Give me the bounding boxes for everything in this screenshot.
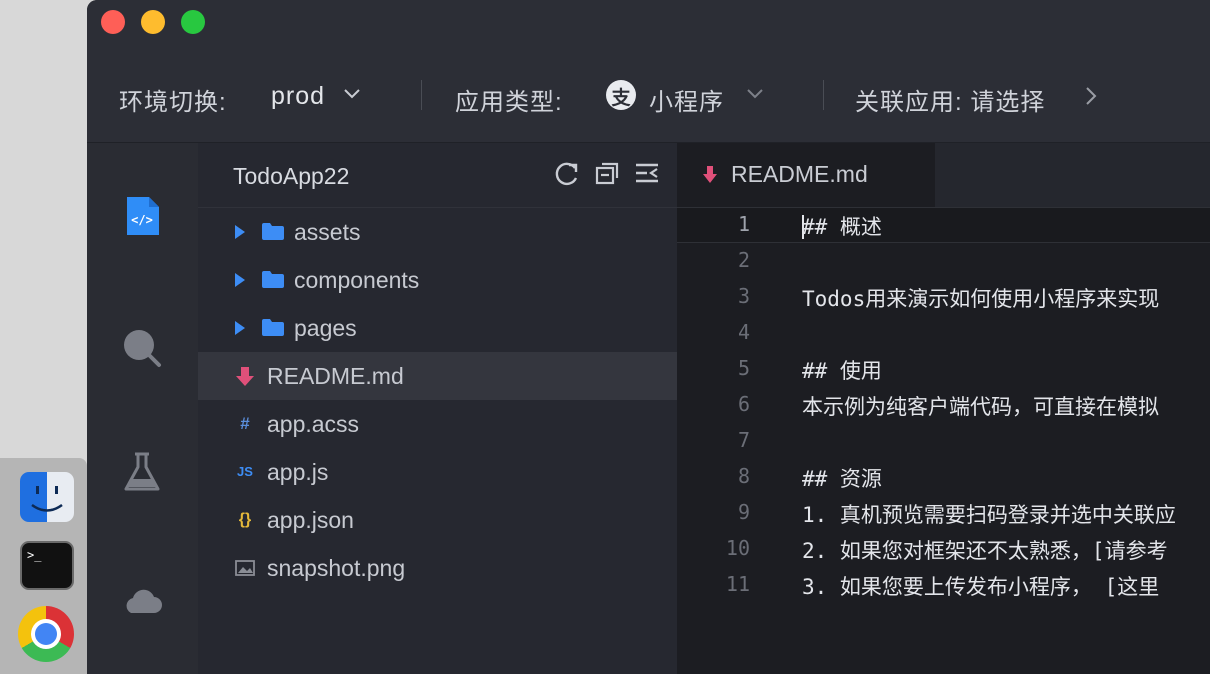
line-number: 7 [737,428,750,452]
code-area[interactable]: 1 ## 概述 2 3 Todos用来演示如何使用小程序来实现 4 5 ## 使… [677,207,1210,674]
close-window-button[interactable] [101,10,125,34]
tree-label: app.acss [267,411,360,437]
markdown-icon [703,166,717,183]
tree-label: app.js [267,459,329,485]
app-type-label: 应用类型: [455,89,563,116]
tree-label: pages [294,315,357,341]
app-type-select[interactable]: 小程序 [649,82,724,117]
line-number: 4 [737,320,750,344]
tree-file-app-json[interactable]: {} app.json [198,496,677,544]
code-line[interactable]: 2 [677,243,1210,279]
code-line[interactable]: 11 3. 如果您要上传发布小程序， [这里 [677,567,1210,603]
editor-tabbar: README.md [677,143,1210,207]
caret-right-icon[interactable] [235,273,245,287]
folder-icon [262,223,284,240]
line-text: ## 概述 [802,215,882,239]
alipay-logo-text: 支 [611,88,631,109]
tree-file-app-acss[interactable]: # app.acss [198,400,677,448]
code-line[interactable]: 5 ## 使用 [677,351,1210,387]
line-number: 10 [725,536,750,560]
alipay-logo-icon: 支 [606,80,636,110]
code-editor: README.md 1 ## 概述 2 3 Todos用来演示如何使用小程序来实… [677,143,1210,674]
line-text: 2. 如果您对框架还不太熟悉，[请参考 [802,539,1168,563]
caret-right-icon[interactable] [235,225,245,239]
cloud-icon[interactable] [121,581,163,623]
code-line[interactable]: 6 本示例为纯客户端代码，可直接在模拟 [677,387,1210,423]
tab-label: README.md [731,161,868,187]
line-number: 6 [737,392,750,416]
code-line[interactable]: 4 [677,315,1210,351]
code-line[interactable]: 8 ## 资源 [677,459,1210,495]
code-line[interactable]: 10 2. 如果您对框架还不太熟悉，[请参考 [677,531,1210,567]
line-text: 3. 如果您要上传发布小程序， [这里 [802,575,1160,599]
js-icon: JS [237,464,253,479]
minimize-window-button[interactable] [141,10,165,34]
line-number: 5 [737,356,750,380]
tree-label: app.json [267,507,354,533]
json-braces-icon: {} [238,511,252,528]
line-text: ## 资源 [802,467,882,491]
terminal-icon[interactable]: >_ [20,541,74,590]
refresh-icon[interactable] [553,159,581,187]
env-select[interactable]: prod [271,82,325,111]
folder-icon [262,319,284,336]
tab-readme[interactable]: README.md [677,143,935,207]
tree-label: components [294,267,420,293]
tree-folder-components[interactable]: components [198,256,677,304]
title-toolbar: 环境切换: prod 应用类型: 支 小程序 关联应用: 请选择 [87,0,1210,143]
code-line[interactable]: 1 ## 概述 [677,207,1210,243]
chevron-right-icon[interactable] [1084,85,1098,107]
line-number: 8 [737,464,750,488]
tree-label: README.md [267,363,404,389]
search-icon[interactable] [121,327,163,369]
line-text: 本示例为纯客户端代码，可直接在模拟 [802,395,1159,419]
flask-icon[interactable] [121,451,163,493]
line-number: 9 [737,500,750,524]
chevron-down-icon[interactable] [342,86,362,102]
tree-folder-assets[interactable]: assets [198,208,677,256]
line-number: 11 [725,572,750,596]
line-text: ## 使用 [802,359,882,383]
markdown-icon [236,367,254,386]
svg-text:</>: </> [131,213,153,227]
activity-bar: </> [87,143,198,674]
collapse-all-icon[interactable] [593,159,621,187]
tree-file-app-js[interactable]: JS app.js [198,448,677,496]
code-file-icon[interactable]: </> [121,195,163,237]
code-line[interactable]: 7 [677,423,1210,459]
css-hash-icon: # [240,414,250,433]
line-number: 3 [737,284,750,308]
line-text: Todos用来演示如何使用小程序来实现 [802,287,1160,311]
env-switch-label: 环境切换: [119,89,227,116]
linked-app-select[interactable]: 关联应用: 请选择 [855,82,1045,117]
toolbar-divider [421,80,422,110]
line-number: 2 [737,248,750,272]
line-text: 1. 真机预览需要扫码登录并选中关联应 [802,503,1176,527]
tree-label: snapshot.png [267,555,406,581]
chevron-down-icon[interactable] [745,86,765,102]
maximize-window-button[interactable] [181,10,205,34]
ide-window: 环境切换: prod 应用类型: 支 小程序 关联应用: 请选择 </> Tod… [87,0,1210,674]
code-line[interactable]: 9 1. 真机预览需要扫码登录并选中关联应 [677,495,1210,531]
tree-folder-pages[interactable]: pages [198,304,677,352]
finder-icon[interactable] [20,472,74,522]
tree-label: assets [294,219,361,245]
tree-file-readme[interactable]: README.md [198,352,677,400]
project-title: TodoApp22 [233,163,350,189]
caret-right-icon[interactable] [235,321,245,335]
image-file-icon [235,560,255,576]
tree-file-snapshot[interactable]: snapshot.png [198,544,677,592]
code-line[interactable]: 3 Todos用来演示如何使用小程序来实现 [677,279,1210,315]
toolbar-divider [823,80,824,110]
line-number: 1 [737,212,750,236]
chrome-icon[interactable] [18,606,74,662]
terminal-prompt: >_ [27,548,42,562]
more-icon[interactable] [633,159,661,187]
file-explorer: TodoApp22 assets components pages README… [198,143,677,674]
folder-icon [262,271,284,288]
